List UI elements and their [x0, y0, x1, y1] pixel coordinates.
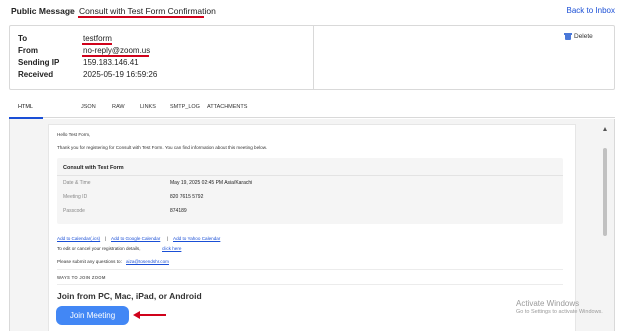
view-tabs — [9, 96, 615, 118]
link-separator: | — [167, 236, 169, 241]
date-time-label: Date & Time — [63, 180, 91, 186]
tab-links[interactable]: LINKS — [140, 104, 156, 110]
questions-text: Please submit any questions to: — [57, 259, 122, 264]
sending-ip-value: 159.183.146.41 — [83, 58, 139, 67]
activate-windows-title: Activate Windows — [516, 299, 580, 308]
scroll-up-arrow-icon[interactable] — [603, 127, 607, 131]
questions-email-link[interactable]: aiza@tosendshr.com — [126, 259, 169, 264]
annotation-underline — [82, 55, 149, 57]
passcode-value: 874189 — [170, 208, 187, 214]
join-platforms-heading: Join from PC, Mac, iPad, or Android — [57, 291, 202, 301]
trash-icon — [564, 33, 572, 40]
from-label: From — [18, 46, 38, 55]
annotation-arrow — [138, 314, 166, 316]
delete-button[interactable]: Delete — [564, 33, 593, 40]
meeting-id-label: Meeting ID — [63, 194, 88, 200]
date-time-value: May 19, 2025 02:45 PM Asia/Karachi — [170, 180, 253, 186]
breadcrumb-separator: > — [70, 6, 75, 16]
scrollbar-thumb[interactable] — [603, 148, 607, 236]
add-to-yahoo-calendar-link[interactable]: Add to Yahoo Calendar — [173, 236, 220, 241]
meeting-title: Consult with Test Form — [63, 165, 124, 171]
activate-windows-subtitle: Go to Settings to activate Windows. — [516, 309, 603, 315]
annotation-underline — [78, 16, 204, 18]
tab-html[interactable]: HTML — [18, 104, 33, 110]
vertical-scrollbar[interactable] — [601, 124, 610, 331]
add-to-calendar-ics-link[interactable]: Add to Calendar(.ics) — [57, 236, 100, 241]
breadcrumb-root[interactable]: Public Message — [11, 6, 75, 16]
tab-attachments[interactable]: ATTACHMENTS — [207, 104, 247, 110]
meeting-details-card — [57, 158, 563, 224]
divider — [57, 269, 563, 270]
divider — [57, 284, 563, 285]
edit-registration-link[interactable]: click here — [162, 246, 181, 251]
sending-ip-label: Sending IP — [18, 58, 60, 67]
link-separator: | — [105, 236, 107, 241]
received-label: Received — [18, 70, 54, 79]
to-value: testform — [83, 34, 112, 43]
header-divider — [313, 25, 314, 90]
ways-to-join-heading: WAYS TO JOIN ZOOM — [57, 275, 106, 280]
from-value: no-reply@zoom.us — [83, 46, 151, 55]
back-to-inbox-link[interactable]: Back to Inbox — [567, 6, 615, 15]
email-greeting: Hello Test Form, — [57, 132, 91, 137]
received-value: 2025-05-19 16:59:26 — [83, 70, 158, 79]
add-to-google-calendar-link[interactable]: Add to Google Calendar — [111, 236, 160, 241]
meeting-id-value: 820 7615 5792 — [170, 194, 204, 200]
to-label: To — [18, 34, 28, 43]
email-intro: Thank you for registering for Consult wi… — [57, 145, 268, 150]
passcode-label: Passcode — [63, 208, 85, 214]
divider — [57, 175, 563, 176]
edit-registration-text: To edit or cancel your registration deta… — [57, 246, 141, 251]
join-meeting-button[interactable]: Join Meeting — [56, 306, 129, 325]
delete-label: Delete — [574, 33, 593, 40]
top-bar: Public Message > Consult with Test Form … — [0, 0, 624, 24]
tab-json[interactable]: JSON — [81, 104, 96, 110]
tab-smtp-log[interactable]: SMTP_LOG — [170, 104, 200, 110]
breadcrumb-current: Consult with Test Form Confirmation — [79, 6, 216, 16]
annotation-underline — [82, 43, 112, 45]
tab-raw[interactable]: RAW — [112, 104, 125, 110]
